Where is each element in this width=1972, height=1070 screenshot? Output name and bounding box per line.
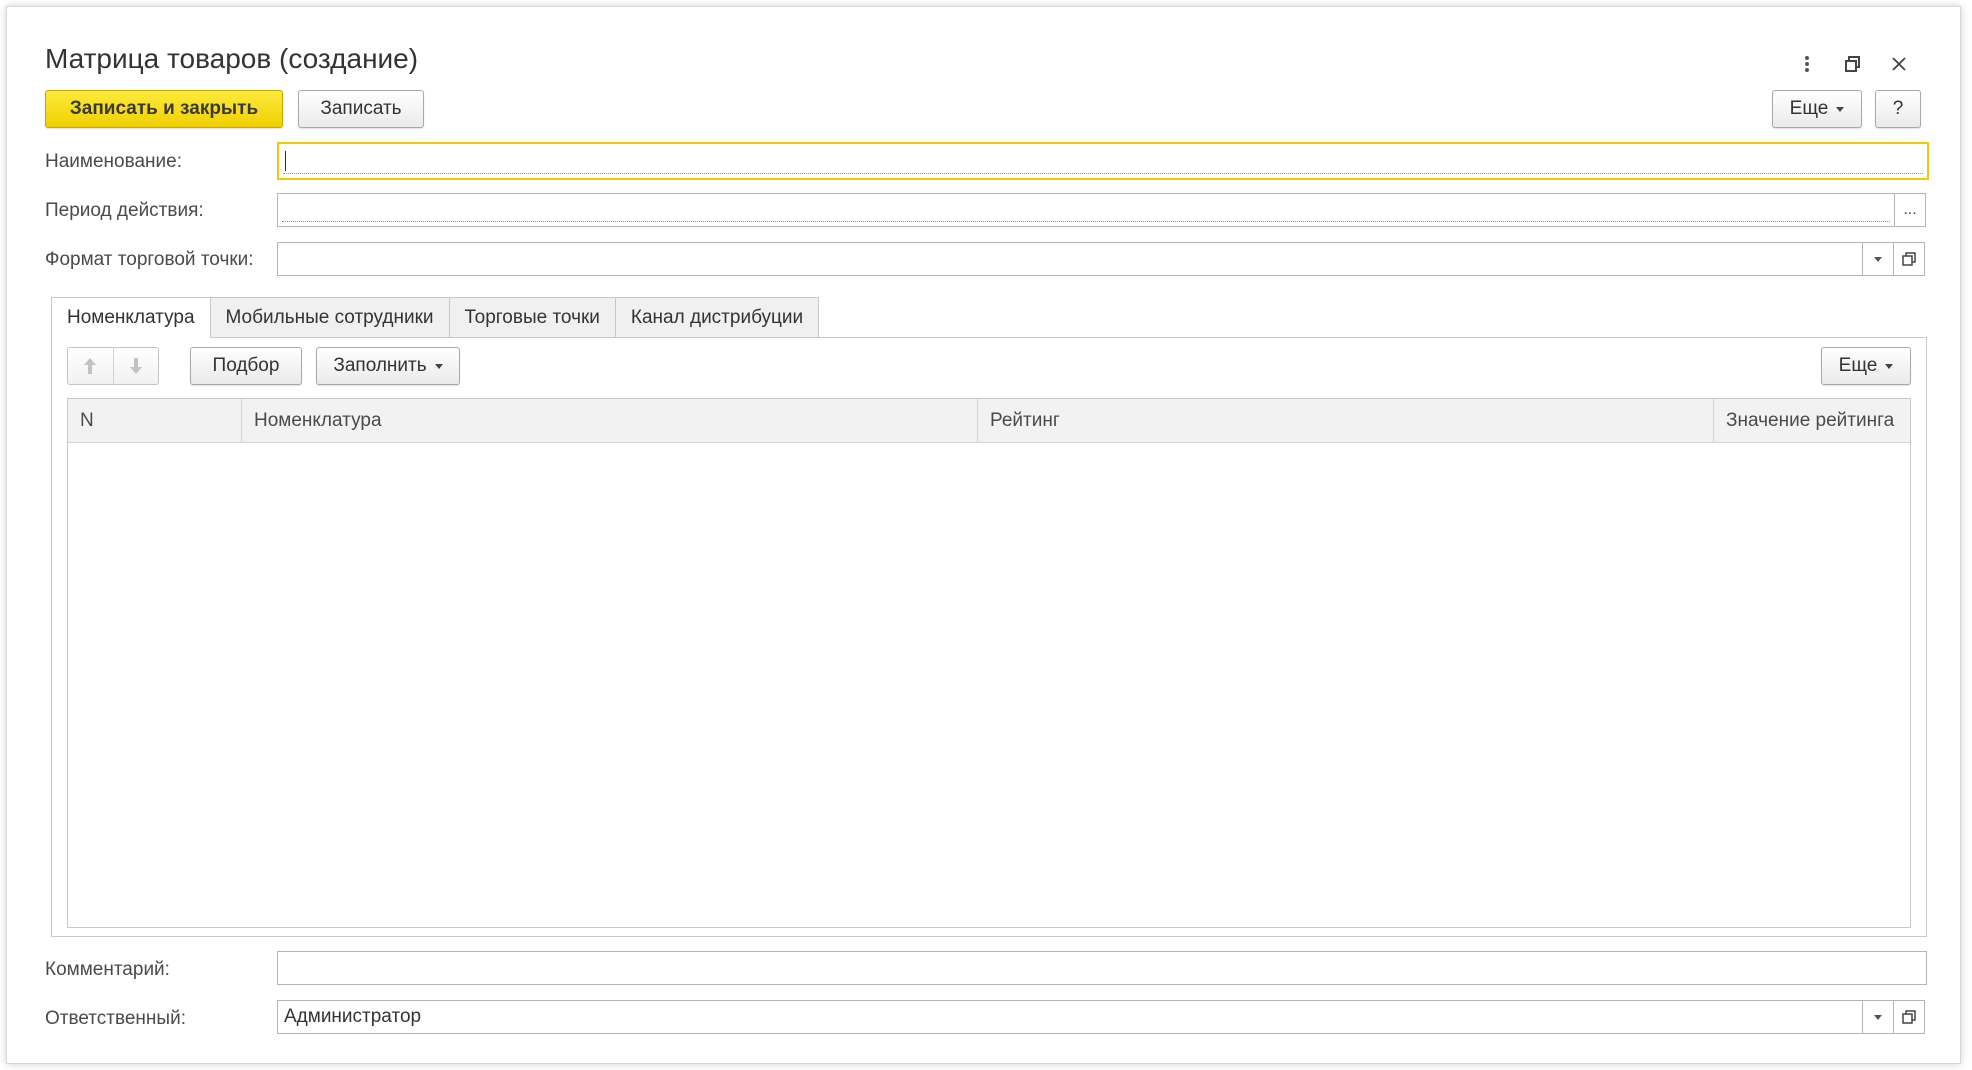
column-header-nomenclature[interactable]: Номенклатура	[242, 399, 978, 442]
chevron-down-icon	[434, 363, 443, 369]
required-underline	[282, 221, 1890, 222]
open-icon	[1902, 252, 1916, 266]
responsible-dropdown-button[interactable]	[1862, 1000, 1894, 1034]
format-dropdown-button[interactable]	[1862, 242, 1894, 276]
arrow-up-icon	[84, 358, 97, 374]
format-label: Формат торговой точки:	[45, 249, 254, 270]
period-select-button[interactable]: ...	[1894, 193, 1926, 227]
close-icon[interactable]	[1876, 49, 1922, 79]
comment-input[interactable]	[277, 951, 1927, 985]
more-button-label: Еще	[1789, 98, 1829, 119]
help-button[interactable]: ?	[1875, 90, 1921, 128]
format-open-button[interactable]	[1893, 242, 1925, 276]
column-header-rating-value[interactable]: Значение рейтинга	[1714, 399, 1910, 442]
table-header: N Номенклатура Рейтинг Значение рейтинга	[68, 399, 1910, 443]
fill-button[interactable]: Заполнить	[316, 347, 460, 385]
period-input[interactable]: ...	[277, 193, 1926, 227]
chevron-down-icon	[1874, 1014, 1882, 1020]
name-input[interactable]	[277, 142, 1929, 180]
tab-bar: Номенклатура Мобильные сотрудники Торгов…	[51, 297, 820, 338]
page-title: Матрица товаров (создание)	[45, 43, 419, 74]
responsible-label: Ответственный:	[45, 1008, 186, 1029]
tab-distribution-channel[interactable]: Канал дистрибуции	[614, 297, 820, 337]
save-and-close-button[interactable]: Записать и закрыть	[45, 90, 283, 128]
tab-mobile-employees[interactable]: Мобильные сотрудники	[209, 297, 450, 337]
fill-button-label: Заполнить	[333, 355, 427, 376]
period-label: Период действия:	[45, 200, 204, 221]
arrow-down-icon	[129, 358, 142, 374]
text-cursor	[285, 151, 286, 171]
save-button[interactable]: Записать	[298, 90, 424, 128]
responsible-value: Администратор	[284, 1006, 422, 1027]
form-window: Матрица товаров (создание) Записать и за…	[6, 6, 1961, 1064]
tab-panel-nomenclature: Подбор Заполнить Еще N Номенклатура Рейт…	[51, 337, 1927, 937]
chevron-down-icon	[1885, 363, 1894, 369]
format-input[interactable]	[277, 242, 1925, 276]
required-underline	[283, 173, 1923, 174]
open-icon	[1902, 1010, 1916, 1024]
restore-icon[interactable]	[1830, 49, 1876, 79]
pick-button[interactable]: Подбор	[190, 347, 302, 385]
chevron-down-icon	[1836, 106, 1845, 112]
more-icon[interactable]	[1784, 49, 1830, 79]
comment-label: Комментарий:	[45, 959, 170, 980]
move-up-button[interactable]	[68, 348, 113, 384]
chevron-down-icon	[1874, 256, 1882, 262]
tab-nomenclature[interactable]: Номенклатура	[51, 297, 211, 338]
responsible-open-button[interactable]	[1893, 1000, 1925, 1034]
move-buttons	[67, 347, 159, 385]
nomenclature-table[interactable]: N Номенклатура Рейтинг Значение рейтинга	[67, 398, 1911, 928]
column-header-rating[interactable]: Рейтинг	[978, 399, 1714, 442]
name-label: Наименование:	[45, 151, 182, 172]
more-button[interactable]: Еще	[1772, 90, 1862, 128]
column-header-n[interactable]: N	[68, 399, 242, 442]
move-down-button[interactable]	[112, 348, 159, 384]
responsible-input[interactable]: Администратор	[277, 1000, 1925, 1034]
table-more-label: Еще	[1838, 355, 1878, 376]
tab-trade-points[interactable]: Торговые точки	[448, 297, 616, 337]
window-controls	[1784, 49, 1922, 79]
table-more-button[interactable]: Еще	[1821, 347, 1911, 385]
